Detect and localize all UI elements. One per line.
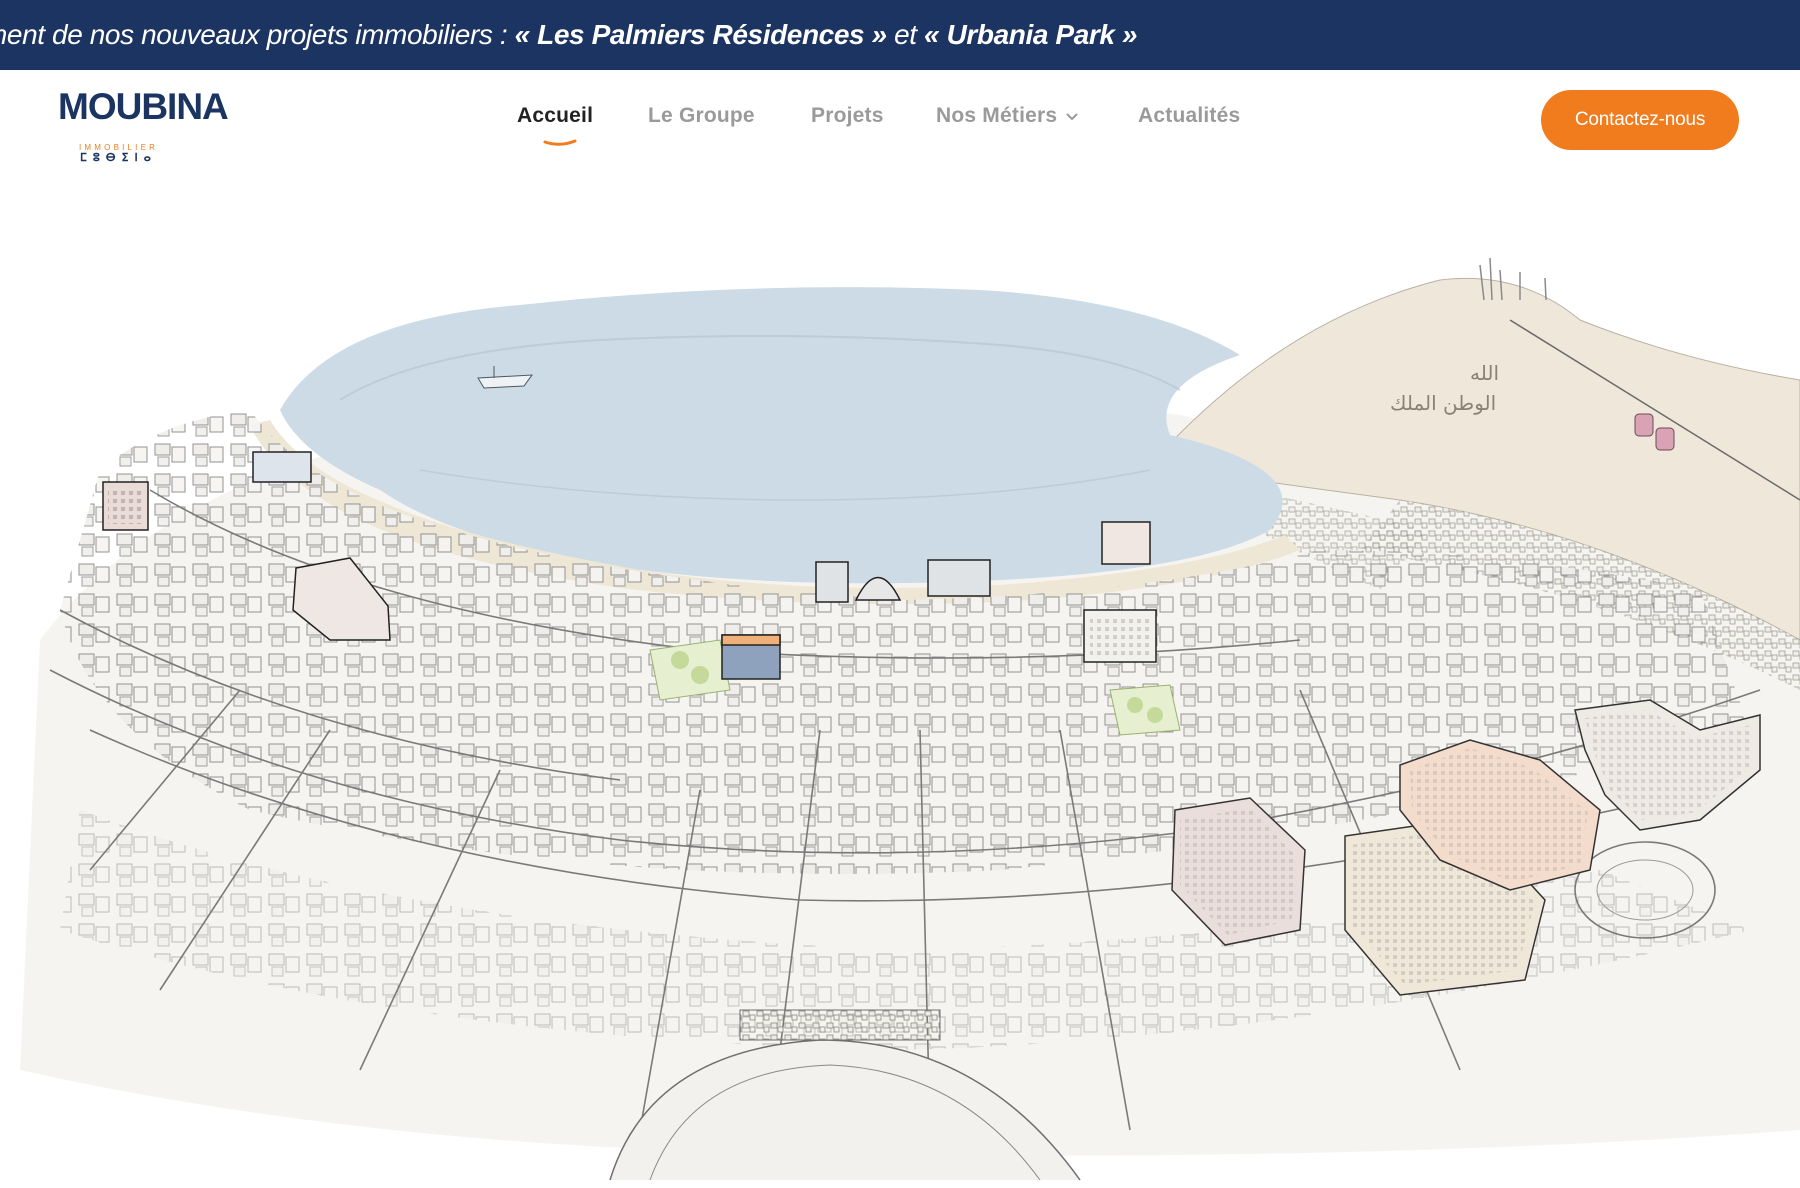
nav-item-label: Actualités	[1138, 104, 1241, 127]
contact-button[interactable]: Contactez-nous	[1541, 90, 1739, 150]
project-building-icon	[252, 451, 312, 483]
mountain-inscription-1: الله	[1470, 361, 1499, 385]
logo-subtitle: IMMOBILIER	[79, 143, 159, 152]
nav-item-accueil[interactable]: Accueil	[517, 104, 594, 146]
city-map-illustration: الله الوطن الملك	[20, 257, 1800, 1181]
nav-item-projets[interactable]: Projets	[811, 104, 884, 128]
chevron-down-icon	[1066, 113, 1078, 121]
ticker-prefix: ment de nos nouveaux projets immobiliers…	[0, 19, 515, 50]
ticker-conjunction: et	[886, 19, 925, 50]
mountain-inscription-2: الوطن الملك	[1390, 391, 1496, 415]
logo[interactable]: MOUBINA IMMOBILIER ⵎⵓⴱⵉⵏⴰ	[58, 86, 229, 164]
active-underline-icon	[543, 139, 577, 146]
park-icon	[1109, 684, 1181, 736]
nav-item-label: Projets	[811, 104, 884, 127]
ticker-project-urbania[interactable]: « Urbania Park »	[924, 19, 1137, 50]
logo-tifinagh: ⵎⵓⴱⵉⵏⴰ	[80, 152, 157, 164]
ticker-project-palmiers[interactable]: « Les Palmiers Résidences »	[515, 19, 888, 50]
nav-item-label: Nos Métiers	[936, 104, 1058, 127]
announcement-ticker: ment de nos nouveaux projets immobiliers…	[0, 0, 1800, 70]
logo-wordmark: MOUBINA	[58, 86, 229, 127]
site-header: MOUBINA IMMOBILIER ⵎⵓⴱⵉⵏⴰ Accueil Le Gro…	[0, 70, 1800, 170]
project-building-icon	[815, 561, 849, 603]
project-building-icon	[1101, 521, 1151, 565]
nav-item-label: Le Groupe	[648, 104, 755, 127]
project-building-icon	[927, 559, 991, 597]
ticker-text: ment de nos nouveaux projets immobiliers…	[0, 0, 1138, 70]
park-icon	[649, 639, 731, 701]
nav-item-le-groupe[interactable]: Le Groupe	[648, 104, 755, 128]
nav-item-nos-metiers[interactable]: Nos Métiers	[936, 104, 1079, 128]
nav-item-actualites[interactable]: Actualités	[1138, 104, 1240, 128]
nav-item-label: Accueil	[517, 104, 594, 127]
